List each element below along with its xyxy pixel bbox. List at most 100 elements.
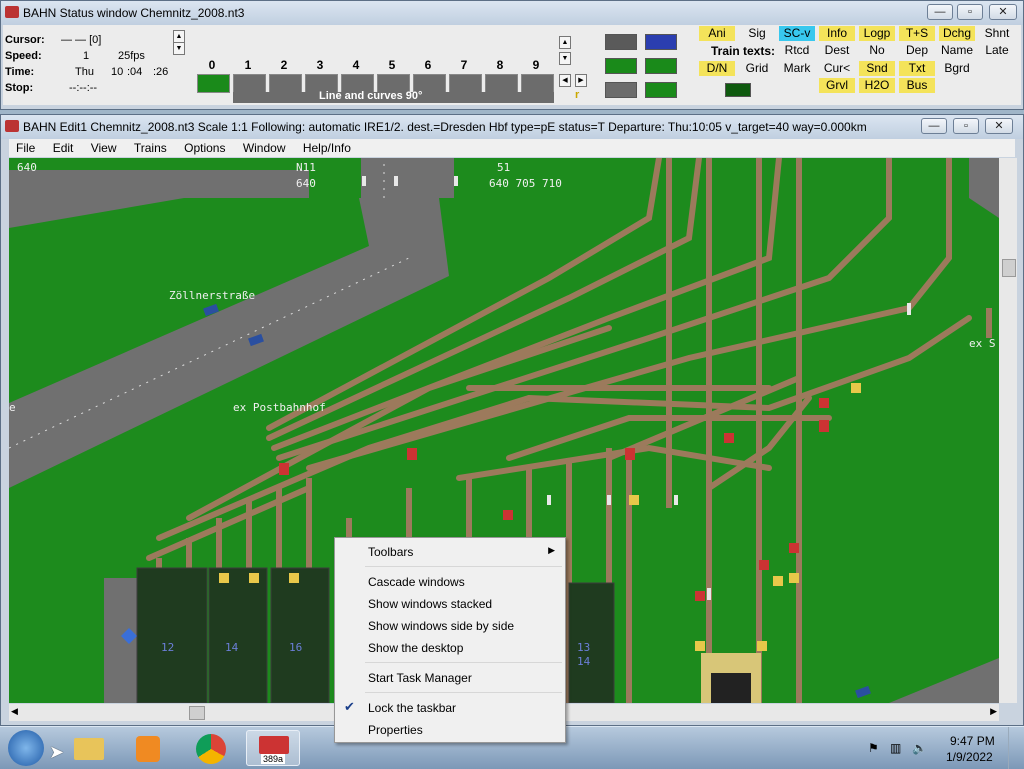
toggle-logp[interactable]: Logp [859,26,895,41]
line-type-2[interactable] [269,74,302,93]
clock-date[interactable]: 1/9/2022 [946,750,993,764]
menu-item-show-windows-side-by-side[interactable]: Show windows side by side [368,619,514,633]
time-day: Thu [75,66,94,78]
line-up-icon[interactable]: ▲ [559,36,571,49]
line-code-2: 2 [280,58,288,72]
menu-item-properties[interactable]: Properties [368,723,423,737]
toggle-sc-v[interactable]: SC-v [779,26,815,41]
map-label-51: 51 [497,161,511,174]
road-right [969,158,999,218]
menu-item-show-windows-stacked[interactable]: Show windows stacked [368,597,492,611]
toggle-no[interactable]: No [859,43,895,58]
menu-item-cascade-windows[interactable]: Cascade windows [368,575,465,589]
mouse-cursor-icon: ➤ [49,742,65,762]
line-type-7[interactable] [449,74,482,93]
map-label-zoellnerstrasse: Zöllnerstraße [169,289,256,302]
platform-number-13: 13 [577,641,591,654]
line-down-icon[interactable]: ▼ [559,52,571,65]
tile-europe-flag[interactable] [645,34,677,50]
toggle-dchg[interactable]: Dchg [939,26,975,41]
line-type-0[interactable] [197,74,230,93]
line-left-icon[interactable]: ◀ [559,74,571,87]
toggle-t-s[interactable]: T+S [899,26,935,41]
menu-window[interactable]: Window [236,139,293,155]
toggle-cur[interactable]: Cur< [819,61,855,76]
toggle-late[interactable]: Late [979,43,1015,58]
toggle-mark[interactable]: Mark [779,61,815,76]
editor-titlebar[interactable]: BAHN Edit1 Chemnitz_2008.nt3 Scale 1:1 F… [1,115,1023,139]
scroll-left-icon[interactable]: ◀ [11,706,18,717]
minimize-button[interactable]: — [927,4,953,20]
toggle-d-n[interactable]: D/N [699,61,735,76]
scroll-right-icon[interactable]: ▶ [990,706,997,717]
menu-edit[interactable]: Edit [46,139,81,155]
network-icon[interactable]: ▥ [890,741,901,755]
train-icon[interactable] [725,83,751,97]
toggle-bus[interactable]: Bus [899,78,935,93]
map-label-n11-640: 640 [296,177,316,190]
toggle-dest[interactable]: Dest [819,43,855,58]
toggle-name[interactable]: Name [939,43,975,58]
status-panel: Cursor: Speed: Time: Stop: — — [0] 1 25f… [3,25,1021,105]
media-player-icon [136,736,160,762]
toggle-bgrd[interactable]: Bgrd [939,61,975,76]
close-button[interactable]: ✕ [989,4,1017,20]
tile-rail[interactable] [605,34,637,50]
volume-icon[interactable]: 🔈 [912,741,927,755]
show-desktop-button[interactable] [1008,727,1024,769]
taskbar-context-menu: Toolbars ▶ Cascade windows Show windows … [334,537,566,743]
menu-file[interactable]: File [9,139,42,155]
vertical-scroll-thumb[interactable] [1002,259,1016,277]
toggle-h2o[interactable]: H2O [859,78,895,93]
tile-tree[interactable] [645,58,677,74]
vertical-scrollbar[interactable] [999,158,1017,703]
toggle-grvl[interactable]: Grvl [819,78,855,93]
menu-item-show-the-desktop[interactable]: Show the desktop [368,641,463,655]
menu-item-start-task-manager[interactable]: Start Task Manager [368,671,472,685]
toggle-dep[interactable]: Dep [899,43,935,58]
toggle-txt[interactable]: Txt [899,61,935,76]
taskbar-media-player[interactable] [122,730,176,766]
editor-window-title: BAHN Edit1 Chemnitz_2008.nt3 Scale 1:1 F… [23,120,867,134]
menu-view[interactable]: View [84,139,124,155]
road-lower-right [889,658,999,703]
toggle-sig[interactable]: Sig [739,26,775,41]
toggle-ani[interactable]: Ani [699,26,735,41]
toggle-snd[interactable]: Snd [859,61,895,76]
menu-options[interactable]: Options [177,139,232,155]
line-type-8[interactable] [485,74,518,93]
map-label-e: e [9,401,16,414]
speed-label: Speed: [5,50,42,62]
toggle-shnt[interactable]: Shnt [979,26,1015,41]
tile-grass-track[interactable] [605,58,637,74]
horizontal-scroll-thumb[interactable] [189,706,205,720]
clock-time[interactable]: 9:47 PM [950,734,995,748]
menu-trains[interactable]: Trains [127,139,174,155]
platform-number-12: 12 [161,641,175,654]
action-center-icon[interactable]: ⚑ [868,741,879,755]
close-button[interactable]: ✕ [985,118,1013,134]
maximize-button[interactable]: ▫ [953,118,979,134]
line-right-icon[interactable]: ▶ [575,74,587,87]
menu-separator [365,662,562,663]
line-type-1[interactable] [233,74,266,93]
status-titlebar[interactable]: BAHN Status window Chemnitz_2008.nt3 — ▫… [1,1,1023,25]
start-button-icon[interactable] [8,730,44,766]
stop-value: --:--:-- [69,82,98,94]
menu-item-lock-the-taskbar[interactable]: Lock the taskbar [368,701,456,715]
menu-help-info[interactable]: Help/Info [296,139,358,155]
maximize-button[interactable]: ▫ [957,4,983,20]
map-label-640: 640 [17,161,37,174]
toggle-info[interactable]: Info [819,26,855,41]
tile-slope[interactable] [645,82,677,98]
line-type-9[interactable] [521,74,554,93]
menu-item-toolbars[interactable]: Toolbars [368,545,413,559]
taskbar-chrome[interactable] [184,730,238,766]
spin-down-icon[interactable]: ▼ [173,42,185,55]
taskbar-bahn[interactable]: 389a [246,730,300,766]
toggle-rtcd[interactable]: Rtcd [779,43,815,58]
minimize-button[interactable]: — [921,118,947,134]
toggle-grid[interactable]: Grid [739,61,775,76]
taskbar-explorer[interactable] [62,730,116,766]
tile-road[interactable] [605,82,637,98]
